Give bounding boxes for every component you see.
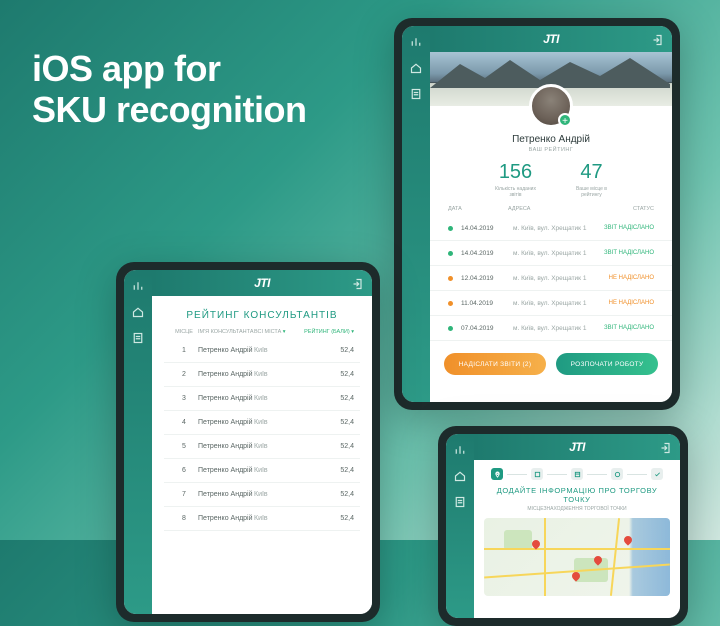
sidebar [124, 270, 152, 614]
report-row[interactable]: 14.04.2019 м. Київ, вул. Хрещатик 1 ЗВІТ… [430, 216, 672, 241]
report-row[interactable]: 11.04.2019 м. Київ, вул. Хрещатик 1 НЕ Н… [430, 291, 672, 316]
report-row[interactable]: 07.04.2019 м. Київ, вул. Хрещатик 1 ЗВІТ… [430, 316, 672, 341]
avatar[interactable]: + [529, 84, 573, 128]
add-store-title: ДОДАЙТЕ ІНФОРМАЦІЮ ПРО ТОРГОВУ ТОЧКУ [484, 486, 670, 504]
rank-row[interactable]: 2Петренко АндрійКиїв52,4 [164, 363, 360, 387]
start-work-button[interactable]: РОЗПОЧАТИ РОБОТУ [556, 353, 658, 375]
step-2[interactable] [531, 468, 543, 480]
rank-row[interactable]: 1Петренко АндрійКиїв52,4 [164, 339, 360, 363]
report-row[interactable]: 14.04.2019 м. Київ, вул. Хрещатик 1 ЗВІТ… [430, 241, 672, 266]
map-pin[interactable] [594, 556, 602, 564]
tablet-ranking: JTI РЕЙТИНГ КОНСУЛЬТАНТІВ МІСЦЕ ІМ'Я КОН… [116, 262, 380, 622]
sidebar [446, 434, 474, 618]
chart-icon[interactable] [410, 36, 422, 48]
map-pin[interactable] [624, 536, 632, 544]
step-1[interactable] [491, 468, 503, 480]
logo: JTI [543, 32, 559, 46]
chart-icon[interactable] [132, 280, 144, 292]
rank-row[interactable]: 6Петренко АндрійКиїв52,4 [164, 459, 360, 483]
step-3[interactable] [571, 468, 583, 480]
rank-row[interactable]: 4Петренко АндрійКиїв52,4 [164, 411, 360, 435]
logo: JTI [254, 276, 270, 290]
hero-title: iOS app for SKU recognition [32, 48, 307, 131]
tablet-profile: JTI + Петренко Андрій ВАШ РЕЙТИНГ 156 [394, 18, 680, 410]
ranking-header: МІСЦЕ ІМ'Я КОНСУЛЬТАНТА ВСІ МІСТА РЕЙТИН… [164, 329, 360, 339]
reports-list: 14.04.2019 м. Київ, вул. Хрещатик 1 ЗВІТ… [430, 216, 672, 341]
topbar: JTI [430, 26, 672, 52]
stat-rank: 47 Ваше місце в рейтингу [576, 161, 607, 198]
send-reports-button[interactable]: НАДІСЛАТИ ЗВІТИ (2) [444, 353, 546, 375]
sidebar [402, 26, 430, 402]
exit-icon[interactable] [652, 33, 664, 45]
reports-header: ДАТА АДРЕСА СТАТУС [430, 198, 672, 216]
city-filter[interactable]: ВСІ МІСТА [254, 329, 304, 335]
chart-icon[interactable] [454, 444, 466, 456]
add-store-sub: МІСЦЕЗНАХОДЖЕННЯ ТОРГОВОЇ ТОЧКИ [484, 506, 670, 512]
map[interactable] [484, 518, 670, 596]
topbar: JTI [152, 270, 372, 296]
profile-name: Петренко Андрій [430, 134, 672, 145]
topbar: JTI [474, 434, 680, 460]
home-icon[interactable] [410, 62, 422, 74]
ranking-title: РЕЙТИНГ КОНСУЛЬТАНТІВ [164, 310, 360, 321]
report-row[interactable]: 12.04.2019 м. Київ, вул. Хрещатик 1 НЕ Н… [430, 266, 672, 291]
home-icon[interactable] [132, 306, 144, 318]
step-5[interactable] [651, 468, 663, 480]
ranking-list: 1Петренко АндрійКиїв52,42Петренко Андрій… [164, 339, 360, 531]
home-icon[interactable] [454, 470, 466, 482]
rank-row[interactable]: 7Петренко АндрійКиїв52,4 [164, 483, 360, 507]
map-pin[interactable] [532, 540, 540, 548]
stat-reports: 156 Кількість наданих звітів [495, 161, 536, 198]
avatar-add-icon[interactable]: + [558, 113, 572, 127]
stepper [484, 468, 670, 480]
logo: JTI [569, 440, 585, 454]
doc-icon[interactable] [410, 88, 422, 100]
step-4[interactable] [611, 468, 623, 480]
map-pin[interactable] [572, 572, 580, 580]
score-sort[interactable]: РЕЙТИНГ (БАЛИ) [304, 329, 354, 335]
doc-icon[interactable] [454, 496, 466, 508]
exit-icon[interactable] [660, 441, 672, 453]
rank-row[interactable]: 3Петренко АндрійКиїв52,4 [164, 387, 360, 411]
tablet-add-store: JTI ДОДАЙТЕ ІНФОРМАЦІЮ ПРО ТОРГОВУ ТОЧКУ… [438, 426, 688, 626]
rank-row[interactable]: 5Петренко АндрійКиїв52,4 [164, 435, 360, 459]
exit-icon[interactable] [352, 277, 364, 289]
doc-icon[interactable] [132, 332, 144, 344]
profile-subtitle: ВАШ РЕЙТИНГ [430, 147, 672, 153]
rank-row[interactable]: 8Петренко АндрійКиїв52,4 [164, 507, 360, 531]
